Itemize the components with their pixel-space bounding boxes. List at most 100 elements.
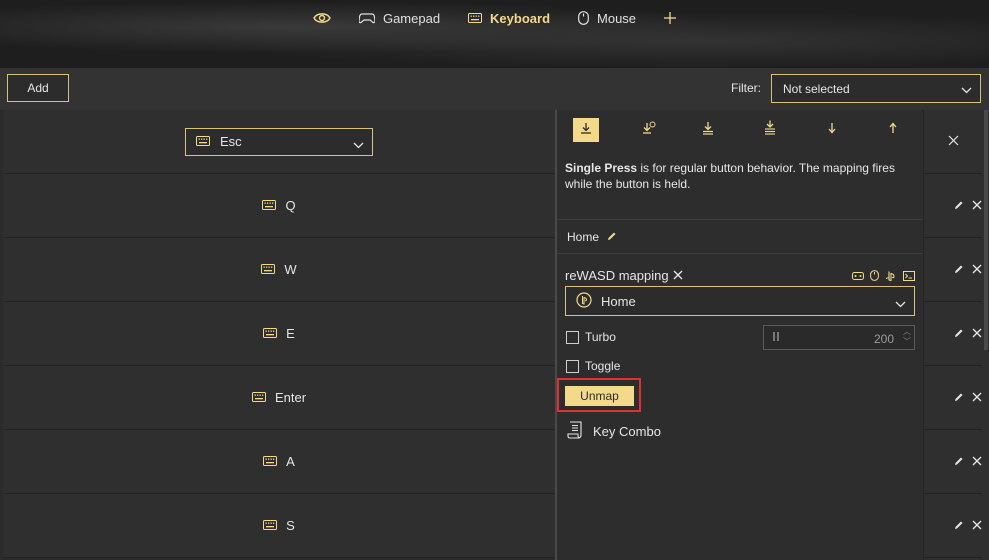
pencil-icon[interactable] (954, 325, 964, 343)
unmap-button[interactable]: Unmap (565, 386, 634, 406)
pencil-icon[interactable] (607, 230, 617, 244)
close-panel-icon[interactable] (948, 133, 959, 151)
terminal-icon[interactable] (903, 268, 915, 286)
list-item[interactable]: Esc (3, 110, 555, 174)
list-item[interactable]: Enter (3, 366, 555, 430)
key-combo-label: Key Combo (593, 424, 661, 439)
close-icon[interactable] (673, 268, 683, 283)
mapping-name: Home (567, 230, 617, 244)
turbo-value-input[interactable]: 200 ︿ ﹀ (763, 325, 915, 350)
mapping-panel: Single Press is for regular button behav… (557, 110, 923, 560)
toggle-checkbox[interactable] (566, 359, 579, 373)
gamepad-icon[interactable] (852, 268, 864, 286)
spinner-arrows[interactable]: ︿ ﹀ (903, 327, 911, 347)
down-icon (827, 121, 837, 139)
list-item[interactable]: A (3, 430, 555, 494)
filter-select[interactable]: Not selected (771, 74, 981, 103)
mouse-icon (578, 11, 589, 25)
mapping-select[interactable]: Home (565, 286, 915, 316)
mapping-type-icons (852, 268, 915, 286)
key-label: E (263, 326, 295, 341)
list-item[interactable]: W (3, 238, 555, 302)
nav-keyboard[interactable]: Keyboard (468, 11, 550, 26)
key-label: Q (262, 198, 296, 213)
action-row (924, 366, 982, 430)
nav-eye[interactable] (313, 11, 331, 25)
keyboard-icon (261, 262, 276, 277)
divider (557, 219, 923, 220)
keyboard-icon (196, 134, 210, 149)
action-row (924, 110, 982, 174)
list-item[interactable]: Q (3, 174, 555, 238)
eye-icon (313, 11, 331, 25)
tab-triple-press[interactable] (757, 118, 783, 142)
tab-up[interactable] (880, 118, 906, 142)
single-press-icon (580, 121, 592, 139)
pencil-icon[interactable] (954, 261, 964, 279)
action-row (924, 494, 982, 558)
nav-add[interactable] (664, 12, 677, 24)
nav-mouse-label: Mouse (597, 10, 637, 26)
playstation-icon[interactable] (885, 268, 897, 286)
keyboard-icon (263, 518, 278, 533)
chevron-down-icon (353, 137, 364, 152)
list-item[interactable]: E (3, 302, 555, 366)
turbo-value: 200 (873, 332, 894, 346)
mouse-icon[interactable] (870, 268, 879, 286)
scrollbar[interactable] (984, 110, 988, 350)
nav-gamepad[interactable]: Gamepad (358, 11, 440, 26)
key-text: W (284, 262, 297, 277)
action-row (924, 174, 982, 238)
divider (557, 253, 923, 254)
chevron-down-icon (961, 83, 972, 97)
row-actions (923, 110, 989, 560)
double-press-icon (702, 121, 714, 140)
toolbar: Add Filter: Not selected (0, 68, 989, 110)
key-text: A (286, 454, 295, 469)
close-icon[interactable] (972, 261, 982, 279)
key-label: S (263, 518, 295, 533)
pause-icon (773, 332, 779, 341)
toggle-label: Toggle (585, 359, 621, 373)
turbo-option: Turbo (566, 330, 616, 344)
triple-press-icon (764, 120, 776, 140)
turbo-checkbox[interactable] (566, 330, 579, 344)
key-label: W (261, 262, 297, 277)
gamepad-icon (358, 12, 375, 24)
close-icon[interactable] (972, 197, 982, 215)
tab-single-press[interactable] (573, 118, 599, 142)
pencil-icon[interactable] (954, 453, 964, 471)
plus-icon (664, 12, 677, 24)
tab-long-press[interactable] (636, 118, 662, 142)
list-item[interactable]: S (3, 494, 555, 558)
key-combo-button[interactable]: Key Combo (567, 421, 661, 442)
filter-label: Filter: (731, 81, 761, 95)
close-icon[interactable] (972, 517, 982, 535)
pencil-icon[interactable] (954, 389, 964, 407)
key-select[interactable]: Esc (185, 127, 373, 156)
mapping-select-value: Home (601, 293, 636, 309)
key-text: Q (285, 198, 296, 213)
nav-mouse[interactable]: Mouse (578, 11, 636, 26)
keyboard-icon (468, 13, 483, 23)
close-icon[interactable] (972, 453, 982, 471)
tab-double-press[interactable] (695, 118, 721, 142)
key-text: E (286, 326, 295, 341)
desc-bold: Single Press (565, 161, 638, 175)
key-label: A (263, 454, 295, 469)
close-icon[interactable] (972, 389, 982, 407)
mapping-header-label: reWASD mapping (565, 268, 669, 283)
close-icon[interactable] (972, 325, 982, 343)
press-description: Single Press is for regular button behav… (565, 160, 915, 192)
tab-down[interactable] (819, 118, 845, 142)
chevron-down-icon (895, 296, 906, 311)
keyboard-icon (262, 198, 277, 213)
key-label: Enter (251, 390, 306, 405)
key-select-label: Esc (220, 134, 242, 149)
toggle-option: Toggle (566, 359, 620, 373)
add-button[interactable]: Add (7, 74, 69, 102)
keyboard-icon (251, 390, 266, 405)
pencil-icon[interactable] (954, 517, 964, 535)
pencil-icon[interactable] (954, 197, 964, 215)
action-row (924, 302, 982, 366)
